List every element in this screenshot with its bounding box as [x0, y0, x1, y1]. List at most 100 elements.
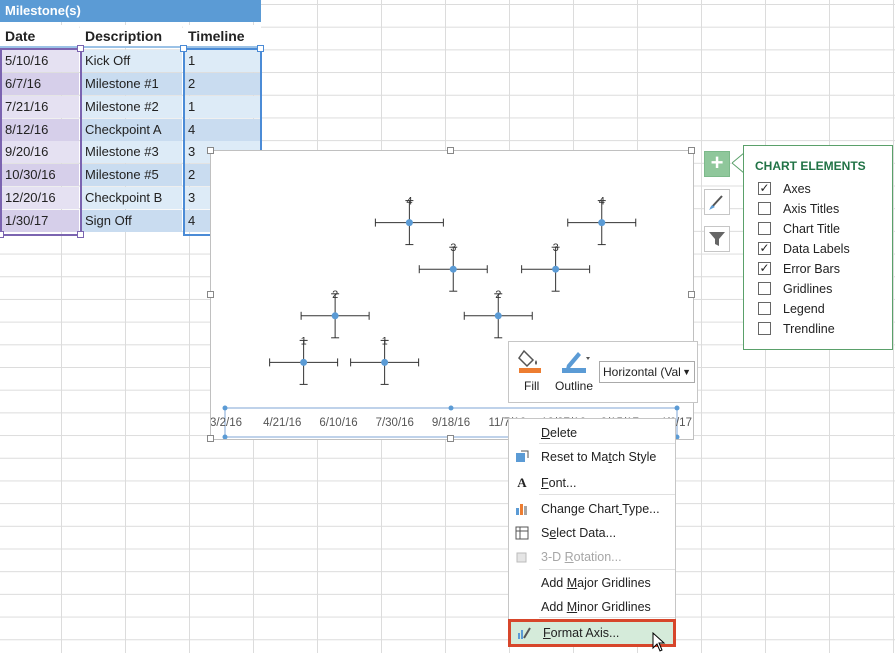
range-handle[interactable]: [257, 45, 264, 52]
menu-item-label: 3-D Rotation...: [541, 550, 622, 564]
cell-date[interactable]: 5/10/16: [0, 50, 79, 72]
menu-item-label: Add Major Gridlines: [541, 576, 651, 590]
range-handle[interactable]: [77, 45, 84, 52]
checked-checkbox[interactable]: ✓: [758, 182, 771, 195]
chart-element-label: Legend: [783, 302, 825, 316]
menu-item-label: Font...: [541, 476, 577, 490]
chart-filters-button[interactable]: [704, 226, 730, 252]
chart-resize-handle[interactable]: [207, 147, 214, 154]
cell-description[interactable]: Sign Off: [80, 209, 182, 232]
chart-element-label: Axes: [783, 182, 811, 196]
chart-resize-handle[interactable]: [207, 291, 214, 298]
checkbox[interactable]: [758, 302, 771, 315]
header-description[interactable]: Description: [80, 25, 182, 48]
cell-date[interactable]: 1/30/17: [0, 209, 79, 232]
chart-resize-handle[interactable]: [207, 435, 214, 442]
table-title[interactable]: Milestone(s): [0, 0, 261, 22]
chart-element-select[interactable]: Horizontal (Val ▼: [599, 361, 695, 383]
axis-selection-handle: [222, 405, 228, 411]
menu-item-add-minor-gridlines[interactable]: Add Minor Gridlines: [509, 596, 675, 618]
checkbox[interactable]: [758, 222, 771, 235]
chart-element-label: Trendline: [783, 322, 835, 336]
checkbox[interactable]: [758, 202, 771, 215]
menu-item-label: Select Data...: [541, 526, 617, 540]
menu-separator: [539, 494, 675, 495]
data-label: 1: [382, 335, 388, 347]
data-point: [331, 312, 339, 320]
chart-styles-button[interactable]: [704, 189, 730, 215]
chart-element-select-value: Horizontal (Val: [603, 365, 681, 379]
chart-element-label: Chart Title: [783, 222, 840, 236]
chart-elements-button[interactable]: +: [704, 151, 730, 177]
cell-description[interactable]: Milestone #1: [80, 72, 182, 95]
checkbox[interactable]: [758, 282, 771, 295]
menu-item-change-chart-type[interactable]: Change Chart Type...: [509, 498, 675, 520]
data-point: [381, 358, 389, 366]
cell-timeline[interactable]: 1: [183, 95, 261, 118]
chart-elements-title: CHART ELEMENTS: [755, 159, 866, 173]
axis-selection-handle: [674, 405, 680, 411]
menu-item-delete[interactable]: Delete: [509, 422, 675, 444]
cell-description[interactable]: Checkpoint A: [80, 118, 182, 141]
checked-checkbox[interactable]: ✓: [758, 262, 771, 275]
fill-label: Fill: [524, 379, 540, 393]
fill-button[interactable]: Fill: [516, 347, 548, 399]
menu-item-format-axis[interactable]: Format Axis...: [508, 619, 676, 647]
x-tick-label: 6/10/16: [319, 417, 357, 429]
chart-resize-handle[interactable]: [688, 147, 695, 154]
cell-timeline[interactable]: 1: [183, 50, 261, 72]
cell-description[interactable]: Kick Off: [80, 50, 182, 72]
x-tick-label: 9/18/16: [432, 417, 470, 429]
data-label: 2: [495, 289, 501, 301]
cell-timeline[interactable]: 4: [183, 118, 261, 141]
chart-element-label: Axis Titles: [783, 202, 840, 216]
cell-description[interactable]: Checkpoint B: [80, 187, 182, 210]
cell-date[interactable]: 10/30/16: [0, 164, 79, 187]
checked-checkbox[interactable]: ✓: [758, 242, 771, 255]
data-label: 4: [406, 196, 412, 208]
cell-date[interactable]: 9/20/16: [0, 141, 79, 164]
menu-item-font[interactable]: A Font...: [509, 472, 675, 494]
cell-timeline[interactable]: 2: [183, 72, 261, 95]
data-label: 2: [332, 289, 338, 301]
outline-button[interactable]: Outline: [553, 347, 597, 399]
header-timeline[interactable]: Timeline: [183, 25, 261, 48]
x-tick-label: 3/2/16: [211, 417, 242, 429]
menu-item-add-major-gridlines[interactable]: Add Major Gridlines: [509, 572, 675, 594]
data-label: 3: [553, 242, 559, 254]
data-label: 1: [301, 335, 307, 347]
menu-item-reset-to-match-style[interactable]: Reset to Match Style: [509, 446, 675, 468]
axis-selection-handle: [448, 405, 454, 411]
menu-separator: [539, 569, 675, 570]
cell-description[interactable]: Milestone #5: [80, 164, 182, 187]
checkbox[interactable]: [758, 322, 771, 335]
data-point: [405, 219, 413, 227]
cell-description[interactable]: Milestone #3: [80, 141, 182, 164]
chevron-down-icon: ▼: [682, 367, 691, 377]
range-handle[interactable]: [77, 231, 84, 238]
range-handle[interactable]: [0, 231, 4, 238]
cell-date[interactable]: 8/12/16: [0, 118, 79, 141]
header-date[interactable]: Date: [0, 25, 79, 48]
chart-resize-handle[interactable]: [688, 291, 695, 298]
range-handle[interactable]: [180, 45, 187, 52]
menu-item-select-data[interactable]: Select Data...: [509, 522, 675, 544]
chart-element-label: Gridlines: [783, 282, 833, 296]
paint-bucket-icon: [518, 349, 541, 373]
chart-resize-handle[interactable]: [447, 147, 454, 154]
format-axis-icon: [517, 626, 531, 640]
menu-item-label: Delete: [541, 426, 578, 440]
cell-date[interactable]: 12/20/16: [0, 187, 79, 210]
chart-type-icon: [515, 502, 529, 516]
data-point: [449, 265, 457, 273]
chart-resize-handle[interactable]: [447, 435, 454, 442]
data-point: [598, 219, 606, 227]
data-point: [494, 312, 502, 320]
cell-description[interactable]: Milestone #2: [80, 95, 182, 118]
axis-context-menu: Delete Reset to Match Style A Font... Change…: [508, 418, 676, 647]
menu-item-label: Change Chart Type...: [541, 502, 660, 516]
axis-selection-handle: [222, 434, 228, 440]
outline-label: Outline: [555, 379, 594, 393]
cell-date[interactable]: 7/21/16: [0, 95, 79, 118]
cell-date[interactable]: 6/7/16: [0, 72, 79, 95]
